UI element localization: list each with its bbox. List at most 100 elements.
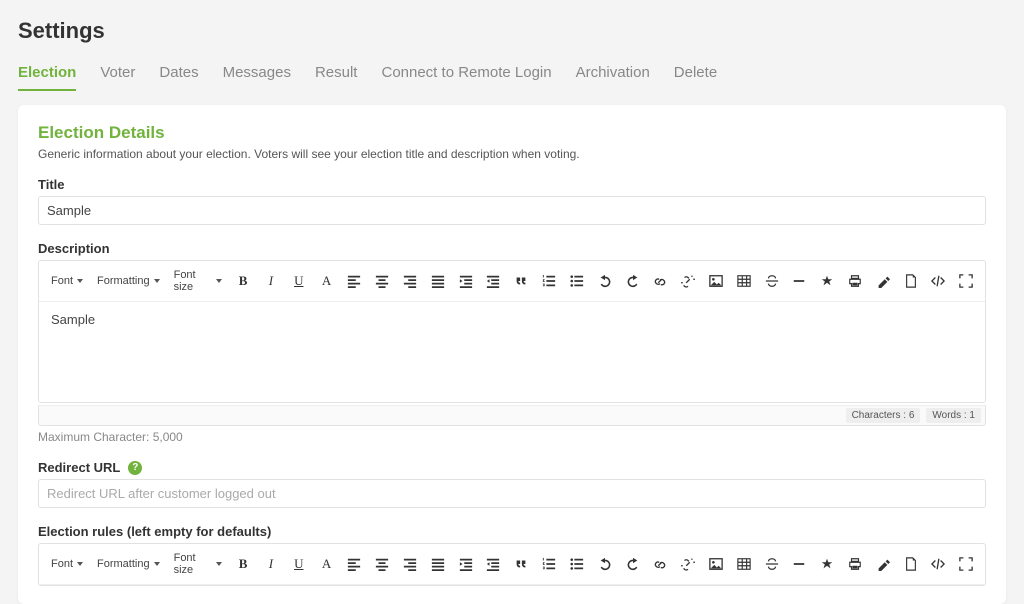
link-icon[interactable] <box>651 271 669 291</box>
settings-card: Election Details Generic information abo… <box>18 105 1006 604</box>
redirect-label: Redirect URL ? <box>38 460 986 475</box>
tab-result[interactable]: Result <box>315 60 358 91</box>
section-title: Election Details <box>38 123 986 143</box>
outdent-icon[interactable] <box>485 554 503 574</box>
image-icon[interactable] <box>707 554 725 574</box>
caret-icon <box>154 562 160 566</box>
undo-icon[interactable] <box>596 554 614 574</box>
title-input[interactable] <box>38 196 986 225</box>
tab-election[interactable]: Election <box>18 60 76 91</box>
tabs: Election Voter Dates Messages Result Con… <box>18 60 1006 91</box>
table-icon[interactable] <box>735 271 753 291</box>
redirect-input[interactable] <box>38 479 986 508</box>
clear-format-icon[interactable] <box>874 554 892 574</box>
unordered-list-icon[interactable] <box>568 271 586 291</box>
strikethrough-icon[interactable] <box>763 271 781 291</box>
font-dropdown-label: Font <box>51 275 73 287</box>
section-desc: Generic information about your election.… <box>38 147 986 161</box>
file-icon[interactable] <box>902 554 920 574</box>
align-center-icon[interactable] <box>373 271 391 291</box>
rules-editor: Font Formatting Font size B I U A <box>38 543 986 586</box>
code-icon[interactable] <box>930 271 948 291</box>
image-icon[interactable] <box>707 271 725 291</box>
print-icon[interactable] <box>846 271 864 291</box>
fontsize-dropdown[interactable]: Font size <box>172 550 225 578</box>
tab-voter[interactable]: Voter <box>100 60 135 91</box>
indent-icon[interactable] <box>457 554 475 574</box>
description-textarea[interactable]: Sample <box>39 302 985 402</box>
ordered-list-icon[interactable] <box>540 554 558 574</box>
code-icon[interactable] <box>930 554 948 574</box>
clear-format-icon[interactable] <box>874 271 892 291</box>
tab-dates[interactable]: Dates <box>159 60 198 91</box>
tab-delete[interactable]: Delete <box>674 60 717 91</box>
fontsize-dropdown[interactable]: Font size <box>172 267 225 295</box>
rules-label: Election rules (left empty for defaults) <box>38 524 986 539</box>
redirect-label-text: Redirect URL <box>38 460 120 475</box>
caret-icon <box>216 562 222 566</box>
hr-icon[interactable] <box>790 271 808 291</box>
caret-icon <box>216 279 222 283</box>
unlink-icon[interactable] <box>679 271 697 291</box>
special-char-icon[interactable] <box>818 554 836 574</box>
text-color-button[interactable]: A <box>318 271 336 291</box>
description-editor: Font Formatting Font size B I U A <box>38 260 986 403</box>
title-label: Title <box>38 177 986 192</box>
undo-icon[interactable] <box>596 271 614 291</box>
caret-icon <box>154 279 160 283</box>
table-icon[interactable] <box>735 554 753 574</box>
outdent-icon[interactable] <box>485 271 503 291</box>
quote-icon[interactable] <box>512 271 530 291</box>
italic-button[interactable]: I <box>262 554 280 574</box>
bold-button[interactable]: B <box>234 554 252 574</box>
redo-icon[interactable] <box>624 554 642 574</box>
align-justify-icon[interactable] <box>429 271 447 291</box>
description-footer: Characters : 6 Words : 1 <box>38 405 986 426</box>
description-toolbar: Font Formatting Font size B I U A <box>39 261 985 302</box>
ordered-list-icon[interactable] <box>540 271 558 291</box>
formatting-dropdown-label: Formatting <box>97 558 150 570</box>
strikethrough-icon[interactable] <box>763 554 781 574</box>
align-right-icon[interactable] <box>401 271 419 291</box>
redo-icon[interactable] <box>624 271 642 291</box>
fontsize-dropdown-label: Font size <box>174 552 213 576</box>
link-icon[interactable] <box>651 554 669 574</box>
unordered-list-icon[interactable] <box>568 554 586 574</box>
help-icon[interactable]: ? <box>128 461 142 475</box>
font-dropdown[interactable]: Font <box>49 273 85 289</box>
tab-messages[interactable]: Messages <box>223 60 291 91</box>
print-icon[interactable] <box>846 554 864 574</box>
align-center-icon[interactable] <box>373 554 391 574</box>
font-dropdown[interactable]: Font <box>49 556 85 572</box>
page-title: Settings <box>18 18 1006 44</box>
fullscreen-icon[interactable] <box>957 271 975 291</box>
fullscreen-icon[interactable] <box>957 554 975 574</box>
description-label: Description <box>38 241 986 256</box>
unlink-icon[interactable] <box>679 554 697 574</box>
font-dropdown-label: Font <box>51 558 73 570</box>
align-right-icon[interactable] <box>401 554 419 574</box>
max-char-hint: Maximum Character: 5,000 <box>38 430 986 444</box>
caret-icon <box>77 562 83 566</box>
word-counter: Words : 1 <box>926 408 981 423</box>
indent-icon[interactable] <box>457 271 475 291</box>
formatting-dropdown[interactable]: Formatting <box>95 273 162 289</box>
rules-toolbar: Font Formatting Font size B I U A <box>39 544 985 585</box>
hr-icon[interactable] <box>790 554 808 574</box>
quote-icon[interactable] <box>512 554 530 574</box>
special-char-icon[interactable] <box>818 271 836 291</box>
file-icon[interactable] <box>902 271 920 291</box>
tab-remote-login[interactable]: Connect to Remote Login <box>381 60 551 91</box>
formatting-dropdown[interactable]: Formatting <box>95 556 162 572</box>
align-left-icon[interactable] <box>345 554 363 574</box>
text-color-button[interactable]: A <box>318 554 336 574</box>
italic-button[interactable]: I <box>262 271 280 291</box>
fontsize-dropdown-label: Font size <box>174 269 213 293</box>
align-justify-icon[interactable] <box>429 554 447 574</box>
tab-archivation[interactable]: Archivation <box>576 60 650 91</box>
underline-button[interactable]: U <box>290 271 308 291</box>
formatting-dropdown-label: Formatting <box>97 275 150 287</box>
bold-button[interactable]: B <box>234 271 252 291</box>
underline-button[interactable]: U <box>290 554 308 574</box>
align-left-icon[interactable] <box>345 271 363 291</box>
